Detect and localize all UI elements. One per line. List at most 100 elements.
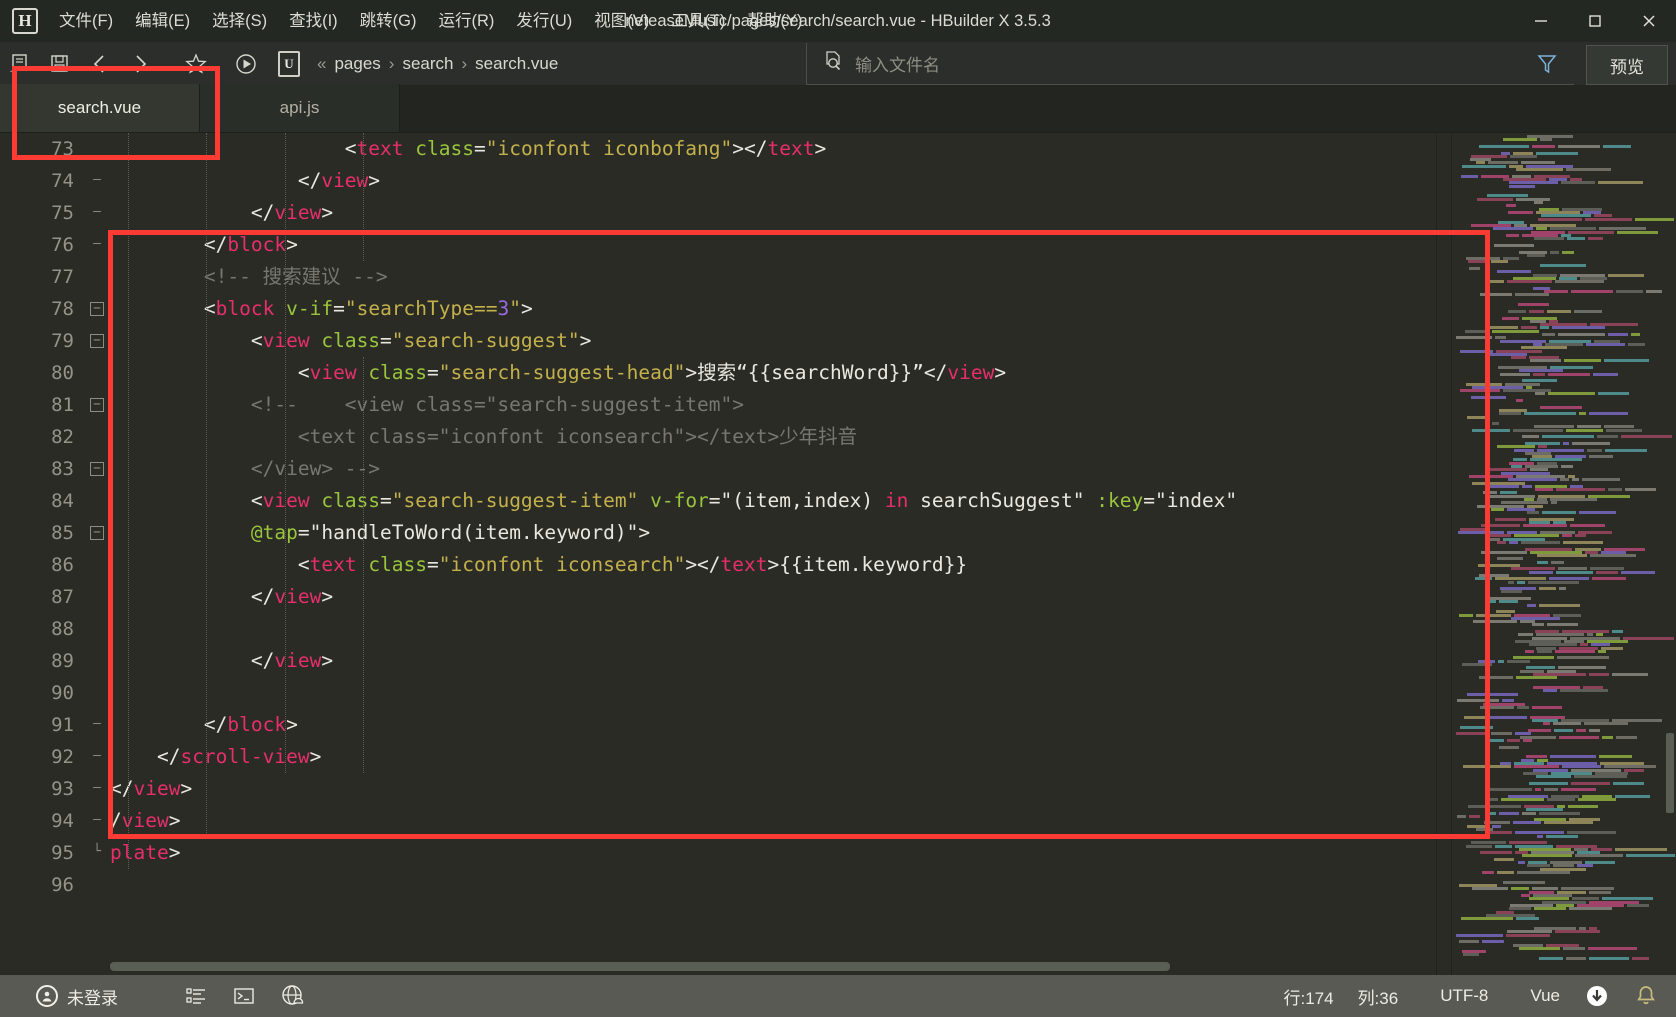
browser-icon[interactable] xyxy=(268,975,318,1017)
minimap-line xyxy=(1463,953,1479,957)
minimap-line xyxy=(1491,507,1504,511)
minimap-line xyxy=(1518,303,1549,307)
filter-icon[interactable] xyxy=(1536,53,1558,80)
code-editor[interactable]: 73 74 75 76 77 78 79 80 81 82 83 84 85 86 87 88 89 90 91 92… xyxy=(0,133,1676,975)
code-token-punc: > xyxy=(180,777,193,800)
code-token-punc: </ xyxy=(110,777,134,800)
minimap-line xyxy=(1518,633,1533,637)
new-file-icon[interactable]: + xyxy=(0,42,40,85)
minimap-line xyxy=(1562,534,1572,538)
minimap-line xyxy=(1557,656,1609,660)
code-token-str: "searchType== xyxy=(344,297,498,320)
close-button[interactable] xyxy=(1622,0,1676,42)
tab-search-vue[interactable]: search.vue xyxy=(0,84,200,132)
minimap-line xyxy=(1473,620,1517,624)
menu-tools[interactable]: 工具(T) xyxy=(660,0,736,42)
preview-button[interactable]: 预览 xyxy=(1586,45,1668,85)
minimap-line xyxy=(1558,333,1605,336)
minimap-scrollbar[interactable] xyxy=(1666,733,1674,813)
fold-toggle-icon[interactable]: − xyxy=(90,526,104,540)
breadcrumb-chevron-icon[interactable]: « xyxy=(309,54,334,74)
fold-toggle-icon[interactable]: − xyxy=(90,302,104,316)
star-icon[interactable] xyxy=(176,42,216,85)
breadcrumb-item-pages[interactable]: pages xyxy=(334,54,380,74)
fold-toggle-icon[interactable]: − xyxy=(90,398,104,412)
minimap-line xyxy=(1507,738,1520,742)
cursor-line[interactable]: 行:174 xyxy=(1271,975,1345,1017)
line-number-gutter: 73 74 75 76 77 78 79 80 81 82 83 84 85 86 87 88 89 90 91 92… xyxy=(0,133,86,975)
tab-api-js[interactable]: api.js xyxy=(200,84,400,132)
menu-find[interactable]: 查找(I) xyxy=(278,0,349,42)
fold-toggle-icon[interactable]: − xyxy=(90,334,104,348)
editor-tab-bar: search.vue api.js xyxy=(0,84,1676,133)
line-number: 86 xyxy=(51,554,74,576)
code-token-tag: plate xyxy=(110,841,169,864)
menu-file[interactable]: 文件(F) xyxy=(48,0,124,42)
code-token-punc: > xyxy=(685,361,698,384)
menu-publish[interactable]: 发行(U) xyxy=(505,0,583,42)
minimap-line xyxy=(1506,234,1519,237)
fold-line-icon: – xyxy=(93,812,101,827)
minimize-button[interactable] xyxy=(1514,0,1568,42)
menu-select[interactable]: 选择(S) xyxy=(201,0,278,42)
code-token-punc: </ xyxy=(110,585,275,608)
minimap-line xyxy=(1486,600,1496,604)
encoding-label[interactable]: UTF-8 xyxy=(1428,975,1500,1017)
minimap-line xyxy=(1603,144,1631,148)
horizontal-scrollbar[interactable] xyxy=(110,962,1170,971)
minimap-line xyxy=(1515,293,1549,297)
bell-icon[interactable] xyxy=(1622,975,1670,1017)
file-search-box[interactable]: 输入文件名 xyxy=(806,43,1574,85)
minimap-line xyxy=(1568,804,1598,808)
line-number: 76 xyxy=(51,234,74,256)
minimap-line xyxy=(1556,570,1593,574)
run-icon[interactable] xyxy=(226,42,266,85)
menu-help[interactable]: 帮助(Y) xyxy=(736,0,813,42)
menu-edit[interactable]: 编辑(E) xyxy=(124,0,201,42)
code-token-punc: = xyxy=(708,489,721,512)
back-arrow-icon[interactable] xyxy=(80,42,120,85)
code-token-kw: in xyxy=(884,489,909,512)
download-icon[interactable] xyxy=(1572,975,1622,1017)
maximize-button[interactable] xyxy=(1568,0,1622,42)
terminal-icon[interactable] xyxy=(220,975,268,1017)
forward-arrow-icon[interactable] xyxy=(120,42,160,85)
minimap-line xyxy=(1516,676,1557,680)
minimap-line xyxy=(1553,722,1581,726)
outline-icon[interactable] xyxy=(172,975,220,1017)
save-icon[interactable] xyxy=(40,42,80,85)
minimap-line xyxy=(1490,484,1519,488)
code-token-txt: "(item,index) xyxy=(720,489,885,512)
code-token-punc: > xyxy=(168,809,181,832)
language-label[interactable]: Vue xyxy=(1518,975,1572,1017)
minimap-line xyxy=(1602,735,1613,739)
minimap-line xyxy=(1464,715,1487,719)
minimap-line xyxy=(1542,511,1576,515)
minimap-line xyxy=(1635,217,1674,221)
line-number: 93 xyxy=(51,778,74,800)
minimap-line xyxy=(1584,722,1628,726)
cursor-column[interactable]: 列:36 xyxy=(1346,975,1411,1017)
minimap-line xyxy=(1509,184,1535,188)
breadcrumb-item-search[interactable]: search xyxy=(402,54,453,74)
fold-toggle-icon[interactable]: − xyxy=(90,462,104,476)
code-token-tag: text xyxy=(767,137,815,160)
code-minimap[interactable] xyxy=(1436,133,1676,975)
code-token-txt: "handleToWord(item.keyword)" xyxy=(309,521,639,544)
menu-run[interactable]: 运行(R) xyxy=(427,0,505,42)
minimap-line xyxy=(1569,907,1612,911)
minimap-line xyxy=(1550,755,1596,759)
code-token-attr: v-for xyxy=(650,489,709,512)
minimap-line xyxy=(1589,672,1609,676)
menu-goto[interactable]: 跳转(G) xyxy=(349,0,428,42)
menu-view[interactable]: 视图(V) xyxy=(583,0,660,42)
minimap-line xyxy=(1582,478,1620,482)
minimap-line xyxy=(1543,689,1557,693)
breadcrumb-item-searchvue[interactable]: search.vue xyxy=(475,54,558,74)
minimap-line xyxy=(1588,237,1603,241)
account-status[interactable]: 未登录 xyxy=(24,975,130,1017)
code-fold-column[interactable]: – – – − − − − − – – – – └ xyxy=(86,133,110,975)
code-token-tag: text xyxy=(309,553,357,576)
minimap-line xyxy=(1559,587,1566,591)
